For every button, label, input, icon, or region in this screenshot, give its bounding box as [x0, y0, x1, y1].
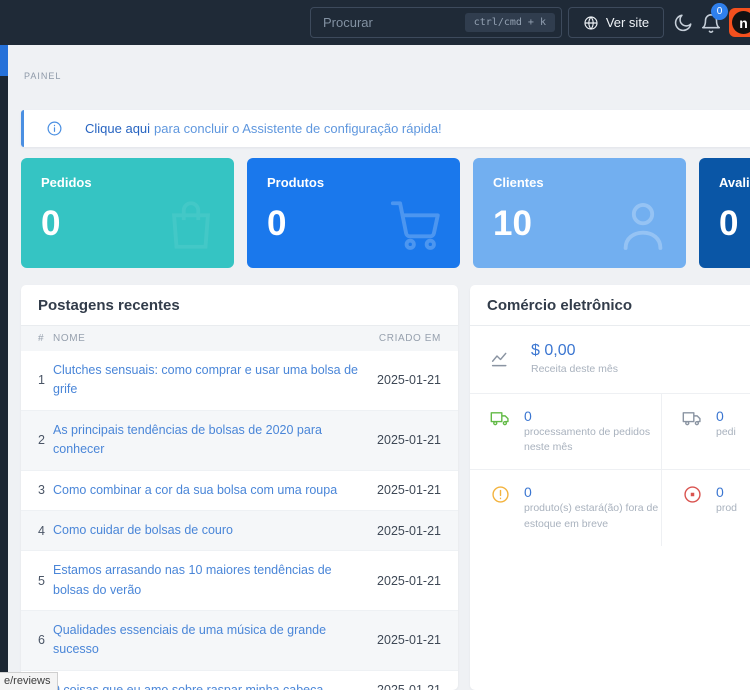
cart-icon — [388, 196, 446, 254]
shipped-orders-stat: 0 pedi — [662, 394, 750, 471]
out-of-stock-stat: 0 prod — [662, 470, 750, 546]
stat-card-label: Avaliaç — [719, 175, 750, 190]
globe-icon — [583, 15, 599, 31]
link-preview-tooltip: e/reviews — [0, 672, 58, 690]
sidebar-active-item[interactable] — [0, 45, 8, 76]
logo-letter: n — [732, 11, 750, 34]
search-shortcut-kbd: ctrl/cmd + k — [465, 13, 555, 32]
post-link[interactable]: Clutches sensuais: como comprar e usar u… — [53, 363, 358, 396]
info-icon — [46, 120, 63, 137]
column-header-date: CRIADO EM — [374, 326, 458, 351]
table-row: 5 Estamos arrasando nas 10 maiores tendê… — [21, 551, 458, 611]
column-header-name: NOME — [53, 326, 374, 351]
warning-icon — [490, 484, 511, 505]
search-placeholder: Procurar — [323, 15, 465, 30]
table-row: 1 Clutches sensuais: como comprar e usar… — [21, 351, 458, 410]
stat-card-value: 0 — [719, 204, 750, 244]
ecommerce-title: Comércio eletrônico — [487, 297, 632, 314]
shopping-bag-icon — [162, 196, 220, 254]
post-link[interactable]: Como combinar a cor da sua bolsa com uma… — [53, 483, 337, 497]
table-row: 4 Como cuidar de bolsas de couro 2025-01… — [21, 510, 458, 550]
post-link[interactable]: 9 coisas que eu amo sobre raspar minha c… — [53, 683, 323, 690]
post-link[interactable]: Estamos arrasando nas 10 maiores tendênc… — [53, 563, 332, 596]
stat-card-label: Clientes — [493, 175, 666, 190]
stat-card-customers[interactable]: Clientes 10 — [473, 158, 686, 268]
stat-card-label: Pedidos — [41, 175, 214, 190]
table-row: 2 As principais tendências de bolsas de … — [21, 410, 458, 470]
user-icon — [614, 196, 672, 254]
moon-icon — [672, 12, 694, 34]
stat-card-label: Produtos — [267, 175, 440, 190]
post-link[interactable]: Como cuidar de bolsas de couro — [53, 523, 233, 537]
view-site-label: Ver site — [606, 15, 649, 30]
recent-posts-title: Postagens recentes — [38, 297, 180, 314]
breadcrumb: PAINEL — [24, 71, 61, 81]
main-content: PAINEL Clique aqui para concluir o Assis… — [8, 45, 750, 690]
topbar: Procurar ctrl/cmd + k Ver site 0 n — [0, 0, 750, 45]
recent-posts-panel: Postagens recentes # NOME CRIADO EM 1 Cl… — [21, 285, 458, 690]
view-site-button[interactable]: Ver site — [568, 7, 664, 38]
post-link[interactable]: Qualidades essenciais de uma música de g… — [53, 623, 326, 656]
table-row: 6 Qualidades essenciais de uma música de… — [21, 611, 458, 671]
stat-card-reviews[interactable]: Avaliaç 0 — [699, 158, 750, 268]
truck-icon — [682, 408, 703, 429]
column-header-num: # — [21, 326, 53, 351]
processing-orders-stat: 0 processamento de pedidos neste mês — [470, 394, 662, 471]
dark-mode-toggle[interactable] — [672, 12, 694, 34]
revenue-value: $ 0,00 — [531, 341, 618, 362]
stat-card-orders[interactable]: Pedidos 0 — [21, 158, 234, 268]
setup-wizard-alert[interactable]: Clique aqui para concluir o Assistente d… — [21, 110, 750, 147]
error-icon — [682, 484, 703, 505]
search-input[interactable]: Procurar ctrl/cmd + k — [310, 7, 562, 38]
post-link[interactable]: As principais tendências de bolsas de 20… — [53, 423, 322, 456]
ecommerce-panel: Comércio eletrônico $ 0,00 Receita deste… — [470, 285, 750, 690]
revenue-stat: $ 0,00 Receita deste mês — [470, 326, 750, 394]
revenue-label: Receita deste mês — [531, 362, 618, 378]
wizard-link[interactable]: Clique aqui — [85, 121, 150, 136]
notification-badge: 0 — [711, 3, 728, 20]
truck-icon — [490, 408, 511, 429]
app-logo[interactable]: n — [729, 8, 750, 37]
trend-icon — [490, 349, 511, 370]
recent-posts-table: # NOME CRIADO EM 1 Clutches sensuais: co… — [21, 326, 458, 690]
wizard-text: para concluir o Assistente de configuraç… — [154, 121, 442, 136]
table-row: 7 9 coisas que eu amo sobre raspar minha… — [21, 670, 458, 690]
table-row: 3 Como combinar a cor da sua bolsa com u… — [21, 470, 458, 510]
collapsed-sidebar[interactable] — [0, 45, 8, 690]
stat-card-products[interactable]: Produtos 0 — [247, 158, 460, 268]
low-stock-stat: 0 produto(s) estará(ão) fora de estoque … — [470, 470, 662, 546]
